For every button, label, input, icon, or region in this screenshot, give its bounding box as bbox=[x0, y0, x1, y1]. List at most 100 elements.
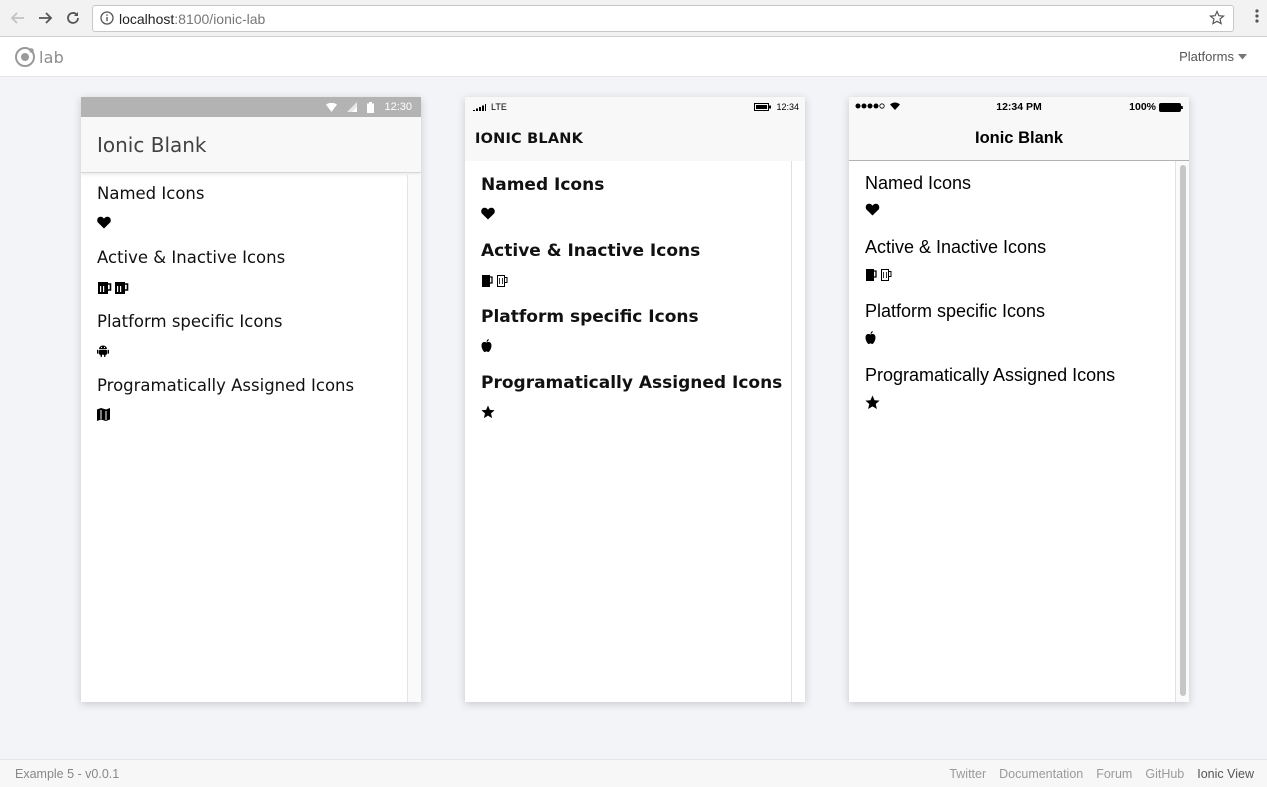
android-preview: 12:30 Ionic Blank Named Icons Active & I… bbox=[81, 97, 421, 702]
windows-page-title: IONIC BLANK bbox=[475, 131, 584, 147]
site-info-icon[interactable] bbox=[100, 11, 114, 25]
windows-status-time: 12:34 bbox=[776, 102, 799, 112]
browser-menu-icon[interactable] bbox=[1255, 8, 1259, 24]
section-heading: Programatically Assigned Icons bbox=[865, 365, 1116, 385]
section-heading: Programatically Assigned Icons bbox=[481, 373, 783, 393]
section-heading: Active & Inactive Icons bbox=[481, 241, 701, 261]
section-heading: Platform specific Icons bbox=[97, 312, 283, 331]
android-content: Named Icons Active & Inactive Icons Plat… bbox=[81, 175, 407, 702]
ios-preview: 12:34 PM 100% Ionic Blank Named Icons Ac… bbox=[849, 97, 1189, 702]
chevron-down-icon bbox=[1238, 53, 1247, 59]
lab-footer: Example 5 - v0.0.1 Twitter Documentation… bbox=[0, 759, 1267, 787]
address-bar[interactable]: localhost:8100/ionic-lab bbox=[92, 5, 1234, 32]
heart-icon bbox=[481, 207, 495, 220]
back-button[interactable] bbox=[7, 7, 29, 29]
beer-icon bbox=[115, 282, 129, 294]
section-active-inactive-icons: Active & Inactive Icons bbox=[865, 225, 1175, 289]
ionic-lab-header: lab Platforms bbox=[0, 37, 1267, 77]
url-path: :8100/ionic-lab bbox=[174, 11, 266, 27]
android-status-bar: 12:30 bbox=[81, 97, 421, 117]
bookmark-star-icon[interactable] bbox=[1209, 10, 1225, 26]
ios-page-title: Ionic Blank bbox=[974, 129, 1064, 147]
ionic-logo-icon bbox=[15, 47, 35, 67]
section-heading: Named Icons bbox=[97, 184, 205, 203]
forward-button[interactable] bbox=[34, 7, 56, 29]
beer-icon-pair bbox=[97, 280, 129, 295]
section-programmatic-icons: Programatically Assigned Icons bbox=[865, 353, 1175, 417]
beer-icon bbox=[482, 275, 493, 287]
battery-icon bbox=[367, 101, 375, 113]
android-toolbar: Ionic Blank bbox=[81, 117, 421, 173]
ios-battery: 100% bbox=[1129, 101, 1183, 113]
section-heading: Active & Inactive Icons bbox=[97, 248, 286, 267]
section-heading: Named Icons bbox=[865, 173, 972, 193]
beer-icon bbox=[98, 282, 112, 294]
section-platform-specific-icons: Platform specific Icons bbox=[865, 289, 1175, 353]
section-named-icons: Named Icons bbox=[481, 161, 791, 227]
section-named-icons: Named Icons bbox=[97, 175, 407, 239]
section-heading: Platform specific Icons bbox=[481, 307, 699, 327]
section-heading: Named Icons bbox=[481, 175, 605, 195]
android-status-time: 12:30 bbox=[384, 101, 412, 113]
section-heading: Platform specific Icons bbox=[865, 301, 1046, 321]
footer-link-twitter[interactable]: Twitter bbox=[949, 767, 986, 781]
ios-scrollbar-thumb[interactable] bbox=[1180, 165, 1186, 696]
back-arrow-icon bbox=[10, 12, 24, 24]
windows-preview: LTE 12:34 IONIC BLANK Named Icons Active… bbox=[465, 97, 805, 702]
heart-icon bbox=[865, 203, 880, 216]
windows-scrollbar[interactable] bbox=[791, 161, 805, 702]
windows-content: Named Icons Active & Inactive Icons Plat… bbox=[465, 161, 791, 702]
url-text: localhost:8100/ionic-lab bbox=[119, 11, 265, 27]
star-icon bbox=[865, 395, 880, 410]
section-active-inactive-icons: Active & Inactive Icons bbox=[97, 239, 407, 303]
apple-icon bbox=[481, 339, 492, 352]
section-programmatic-icons: Programatically Assigned Icons bbox=[97, 367, 407, 431]
beer-outline-icon bbox=[497, 275, 508, 287]
wifi-icon bbox=[326, 102, 338, 112]
signal-bars-icon bbox=[473, 103, 486, 111]
heart-icon bbox=[97, 216, 111, 229]
platforms-label: Platforms bbox=[1179, 49, 1234, 64]
reload-button[interactable] bbox=[62, 7, 84, 29]
section-platform-specific-icons: Platform specific Icons bbox=[97, 303, 407, 367]
url-host: localhost bbox=[119, 11, 175, 27]
android-scrollbar[interactable] bbox=[407, 175, 421, 702]
lab-logo-text: lab bbox=[39, 47, 65, 67]
section-programmatic-icons: Programatically Assigned Icons bbox=[481, 359, 791, 425]
map-icon bbox=[97, 408, 110, 421]
footer-link-forum[interactable]: Forum bbox=[1096, 767, 1132, 781]
ionic-lab-logo[interactable]: lab bbox=[14, 46, 64, 68]
footer-link-documentation[interactable]: Documentation bbox=[999, 767, 1083, 781]
ios-navbar: Ionic Blank bbox=[849, 117, 1189, 161]
ios-content: Named Icons Active & Inactive Icons Plat… bbox=[849, 161, 1175, 702]
windows-status-bar: LTE 12:34 bbox=[465, 97, 805, 117]
platforms-dropdown[interactable]: Platforms bbox=[1179, 49, 1247, 64]
battery-percent: 100% bbox=[1129, 101, 1156, 113]
star-icon bbox=[481, 405, 495, 419]
section-heading: Programatically Assigned Icons bbox=[97, 376, 355, 395]
footer-link-ionic-view[interactable]: Ionic View bbox=[1197, 767, 1254, 781]
ios-scrollbar[interactable] bbox=[1175, 161, 1189, 702]
section-active-inactive-icons: Active & Inactive Icons bbox=[481, 227, 791, 293]
footer-links: Twitter Documentation Forum GitHub Ionic… bbox=[949, 767, 1254, 781]
signal-icon bbox=[347, 102, 358, 112]
beer-outline-icon bbox=[881, 269, 892, 281]
beer-icon-pair bbox=[481, 273, 508, 287]
browser-toolbar: localhost:8100/ionic-lab bbox=[0, 0, 1267, 37]
windows-toolbar: IONIC BLANK bbox=[465, 117, 805, 161]
battery-icon bbox=[1159, 102, 1183, 112]
app-version: Example 5 - v0.0.1 bbox=[15, 767, 120, 781]
battery-icon bbox=[754, 103, 772, 111]
android-page-title: Ionic Blank bbox=[97, 132, 207, 157]
reload-icon bbox=[67, 12, 79, 24]
beer-icon-pair bbox=[865, 267, 892, 281]
footer-link-github[interactable]: GitHub bbox=[1145, 767, 1184, 781]
forward-arrow-icon bbox=[39, 12, 53, 24]
beer-icon bbox=[866, 269, 877, 281]
section-named-icons: Named Icons bbox=[865, 161, 1175, 225]
section-heading: Active & Inactive Icons bbox=[865, 237, 1047, 257]
apple-icon bbox=[865, 331, 876, 344]
network-type: LTE bbox=[491, 102, 507, 112]
android-icon bbox=[97, 345, 109, 357]
ios-status-bar: 12:34 PM 100% bbox=[849, 97, 1189, 117]
